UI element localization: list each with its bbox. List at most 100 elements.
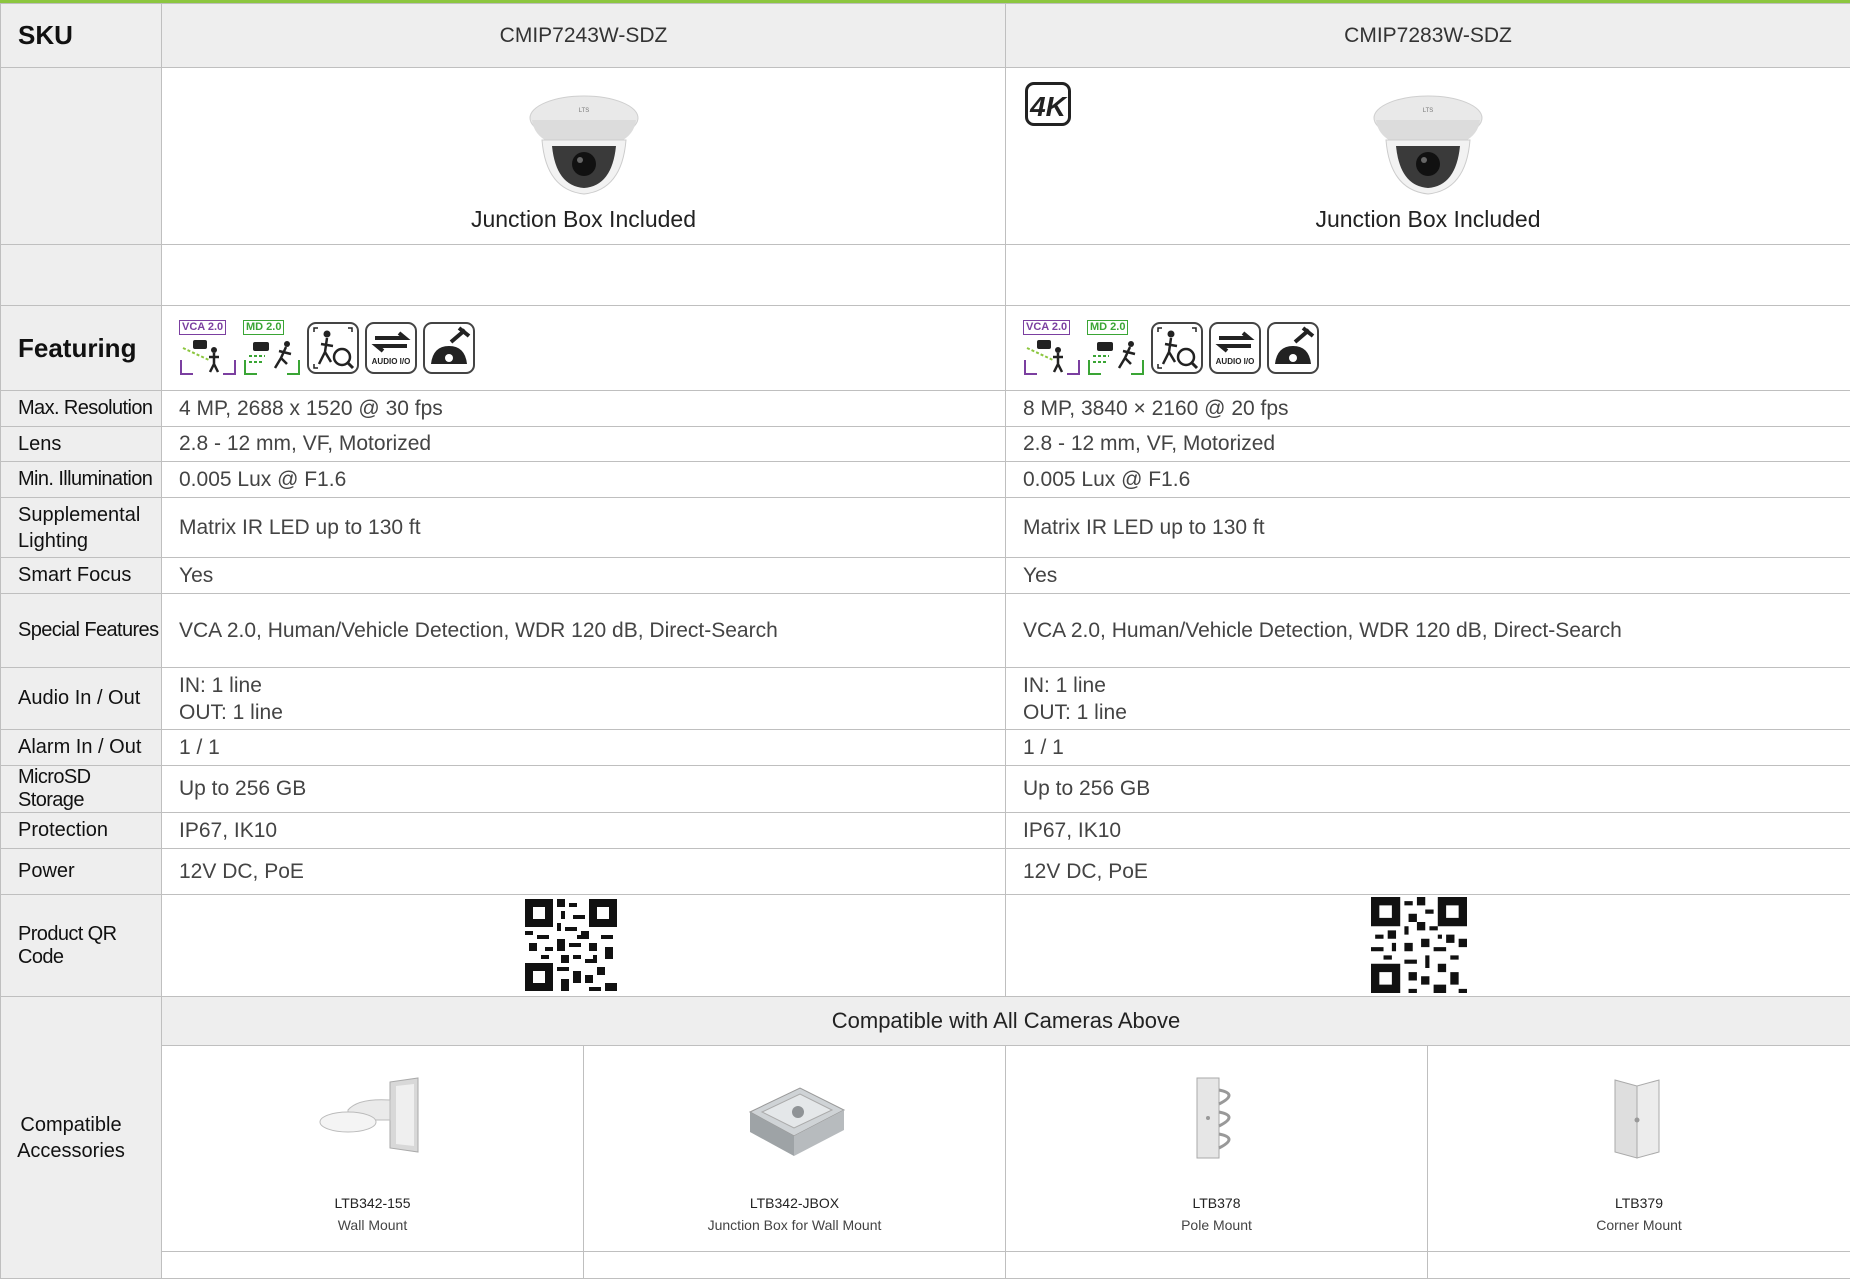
qr-row: Product QR Code [1, 895, 1850, 997]
model-1-feature-icons: VCA 2.0 MD 2.0 AUDIO I/O [162, 306, 1006, 391]
spec-value-model-1: Up to 256 GB [162, 766, 1006, 813]
direct-search-icon [1151, 322, 1203, 374]
spec-row-microsd: MicroSD Storage Up to 256 GB Up to 256 G… [1, 766, 1850, 813]
spec-label: Special Features [1, 594, 162, 668]
accessory-name: Junction Box for Wall Mount [584, 1217, 1005, 1233]
accessory-code: LTB378 [1006, 1195, 1427, 1211]
accessory-card: LTB342-JBOX Junction Box for Wall Mount [584, 1046, 1006, 1252]
spec-label: Protection [1, 813, 162, 849]
image-row: LTS Junction Box Included 4K LTS Junctio… [1, 68, 1850, 245]
dome-camera-image: LTS [1370, 90, 1486, 200]
pole-mount-image [1187, 1076, 1247, 1160]
accessory-name: Corner Mount [1428, 1217, 1850, 1233]
blank-cell [1006, 245, 1850, 306]
spec-row-lens: Lens 2.8 - 12 mm, VF, Motorized 2.8 - 12… [1, 427, 1850, 462]
model-1-sku: CMIP7243W-SDZ [162, 4, 1006, 68]
md-2-icon: MD 2.0 [1087, 320, 1145, 376]
model-2-image-cell: 4K LTS Junction Box Included [1006, 68, 1850, 245]
accessory-name: Wall Mount [162, 1217, 583, 1233]
ik10-vandal-icon [1267, 322, 1319, 374]
spec-sheet: SKU CMIP7243W-SDZ CMIP7283W-SDZ LTS Junc… [0, 0, 1850, 1273]
corner-mount-image [1607, 1076, 1667, 1160]
accessory-code: LTB379 [1428, 1195, 1850, 1211]
spec-value-model-2: 8 MP, 3840 × 2160 @ 20 fps [1006, 391, 1850, 427]
accessory-card: LTB379 Corner Mount [1428, 1046, 1850, 1252]
blank-label [1, 245, 162, 306]
model-2-qr-cell [1006, 895, 1850, 997]
model-1-image-cell: LTS Junction Box Included [162, 68, 1006, 245]
accessories-header: Compatible with All Cameras Above [162, 997, 1850, 1046]
audio-out-value: OUT: 1 line [1023, 699, 1850, 726]
featuring-label: Featuring [1, 306, 162, 391]
model-2-sku: CMIP7283W-SDZ [1006, 4, 1850, 68]
spec-value-model-2: 0.005 Lux @ F1.6 [1006, 462, 1850, 498]
audio-out-value: OUT: 1 line [179, 699, 1005, 726]
spec-value-model-1: VCA 2.0, Human/Vehicle Detection, WDR 12… [162, 594, 1006, 668]
spec-value-model-1: IP67, IK10 [162, 813, 1006, 849]
accessory-name: Pole Mount [1006, 1217, 1427, 1233]
spec-table: SKU CMIP7243W-SDZ CMIP7283W-SDZ LTS Junc… [0, 3, 1850, 1279]
direct-search-icon [307, 322, 359, 374]
accessory-code: LTB342-155 [162, 1195, 583, 1211]
vca-2-icon: VCA 2.0 [179, 320, 237, 376]
spec-row-supplemental-lighting: Supplemental Lighting Matrix IR LED up t… [1, 498, 1850, 558]
spec-value-model-2: 1 / 1 [1006, 730, 1850, 766]
spec-label: Supplemental Lighting [1, 498, 162, 558]
blank-cell [1006, 1252, 1428, 1279]
spec-value-model-2: VCA 2.0, Human/Vehicle Detection, WDR 12… [1006, 594, 1850, 668]
audio-io-icon: AUDIO I/O [1209, 322, 1261, 374]
4k-badge-icon: 4K [1025, 82, 1071, 126]
image-row-label [1, 68, 162, 245]
spec-value-model-1: Yes [162, 558, 1006, 594]
spec-value-model-2: 12V DC, PoE [1006, 849, 1850, 895]
accessories-header-row: Compatible Accessories Compatible with A… [1, 997, 1850, 1046]
spec-label: MicroSD Storage [1, 766, 162, 813]
spec-row-alarm: Alarm In / Out 1 / 1 1 / 1 [1, 730, 1850, 766]
spec-value-model-2: Yes [1006, 558, 1850, 594]
spec-value-model-1: 4 MP, 2688 x 1520 @ 30 fps [162, 391, 1006, 427]
spec-row-max-resolution: Max. Resolution 4 MP, 2688 x 1520 @ 30 f… [1, 391, 1850, 427]
svg-text:AUDIO I/O: AUDIO I/O [372, 357, 411, 366]
qr-code-image [1371, 897, 1467, 993]
model-1-qr-cell [162, 895, 1006, 997]
junction-box-image [740, 1076, 850, 1162]
spec-value-model-1: 1 / 1 [162, 730, 1006, 766]
spec-value-model-1: IN: 1 line OUT: 1 line [162, 668, 1006, 730]
featuring-row: Featuring VCA 2.0 MD 2.0 AUDIO I [1, 306, 1850, 391]
audio-io-icon: AUDIO I/O [365, 322, 417, 374]
spec-value-model-1: 0.005 Lux @ F1.6 [162, 462, 1006, 498]
svg-text:LTS: LTS [578, 108, 589, 114]
audio-in-value: IN: 1 line [1023, 672, 1850, 699]
spec-row-protection: Protection IP67, IK10 IP67, IK10 [1, 813, 1850, 849]
spec-row-min-illumination: Min. Illumination 0.005 Lux @ F1.6 0.005… [1, 462, 1850, 498]
accessory-code: LTB342-JBOX [584, 1195, 1005, 1211]
spec-row-special-features: Special Features VCA 2.0, Human/Vehicle … [1, 594, 1850, 668]
spec-label: Max. Resolution [1, 391, 162, 427]
spec-value-model-2: Matrix IR LED up to 130 ft [1006, 498, 1850, 558]
accessories-label: Compatible Accessories [1, 997, 162, 1279]
spec-value-model-2: 2.8 - 12 mm, VF, Motorized [1006, 427, 1850, 462]
junction-box-caption: Junction Box Included [1006, 206, 1850, 233]
blank-cell [1428, 1252, 1850, 1279]
svg-text:LTS: LTS [1423, 108, 1434, 114]
qr-label: Product QR Code [1, 895, 162, 997]
spec-label: Power [1, 849, 162, 895]
spec-label: Alarm In / Out [1, 730, 162, 766]
sku-row: SKU CMIP7243W-SDZ CMIP7283W-SDZ [1, 4, 1850, 68]
qr-code-image [525, 899, 617, 991]
dome-camera-image: LTS [526, 90, 642, 200]
spec-row-power: Power 12V DC, PoE 12V DC, PoE [1, 849, 1850, 895]
wall-mount-image [318, 1076, 428, 1156]
spec-label: Smart Focus [1, 558, 162, 594]
blank-cell [162, 1252, 584, 1279]
vca-2-icon: VCA 2.0 [1023, 320, 1081, 376]
accessory-card: LTB342-155 Wall Mount [162, 1046, 584, 1252]
accessory-card: LTB378 Pole Mount [1006, 1046, 1428, 1252]
spec-value-model-2: Up to 256 GB [1006, 766, 1850, 813]
blank-cell [162, 245, 1006, 306]
spec-label: Lens [1, 427, 162, 462]
accessories-footer-row [1, 1252, 1850, 1279]
spec-row-audio: Audio In / Out IN: 1 line OUT: 1 line IN… [1, 668, 1850, 730]
spec-label: Audio In / Out [1, 668, 162, 730]
spec-label: Min. Illumination [1, 462, 162, 498]
